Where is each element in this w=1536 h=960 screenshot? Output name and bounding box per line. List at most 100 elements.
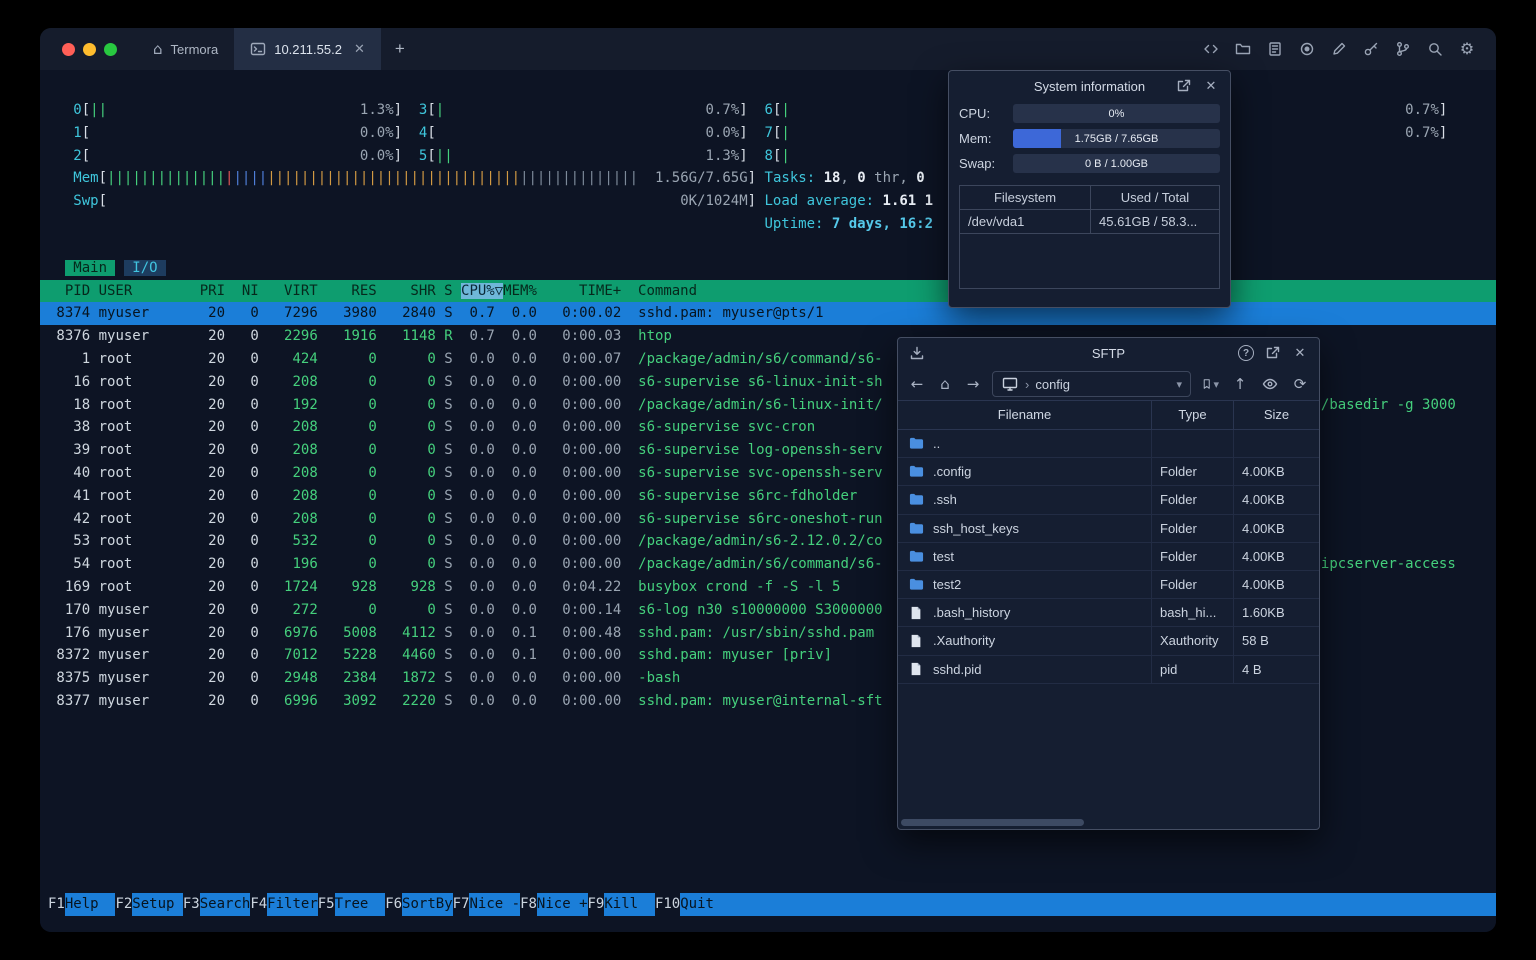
file-row[interactable]: .Xauthority Xauthority 58 B [898, 627, 1319, 656]
folder-icon[interactable] [1234, 40, 1252, 58]
maximize-window-button[interactable] [104, 42, 117, 56]
back-icon[interactable]: ← [908, 375, 926, 393]
sftp-title-bar[interactable]: SFTP ? ✕ [898, 338, 1319, 368]
help-icon[interactable]: ? [1237, 344, 1255, 362]
open-in-window-icon[interactable] [1264, 344, 1282, 362]
up-icon[interactable]: ↑ [1231, 375, 1249, 393]
close-window-button[interactable] [62, 42, 75, 56]
search-icon[interactable] [1426, 40, 1444, 58]
filesystem-row[interactable]: /dev/vda1 45.61GB / 58.3... [960, 210, 1219, 234]
file-row[interactable]: test Folder 4.00KB [898, 542, 1319, 571]
folder-icon [907, 463, 925, 481]
file-row[interactable]: .config Folder 4.00KB [898, 458, 1319, 487]
close-tab-icon[interactable]: ✕ [354, 41, 365, 57]
file-size [1233, 430, 1319, 458]
fs-column-header[interactable]: Filesystem [960, 186, 1090, 210]
forward-icon[interactable]: → [964, 375, 982, 393]
cpu-meter-row: 2[ 0.0%] 5[|| 1.3%] 8[| [73, 147, 790, 164]
fn-action-setup[interactable]: Setup [132, 893, 183, 916]
file-size: 58 B [1233, 627, 1319, 655]
fn-action-quit[interactable]: Quit [680, 893, 731, 916]
file-row[interactable]: .bash_history bash_hi... 1.60KB [898, 599, 1319, 628]
fn-bar-filler [730, 893, 1496, 916]
file-name: test [933, 548, 954, 564]
fn-action-nice-[interactable]: Nice - [469, 893, 521, 916]
filesystem-table-body: /dev/vda1 45.61GB / 58.3... [960, 210, 1219, 234]
fn-action-tree[interactable]: Tree [334, 893, 386, 916]
sftp-file-table: Filename Type Size .. .config Folder 4.00KB .s… [898, 400, 1319, 829]
file-icon [907, 660, 925, 678]
tab-session-10-211-55-2[interactable]: 10.211.55.2 ✕ [234, 28, 381, 70]
chevron-down-icon[interactable]: ▾ [1176, 378, 1182, 391]
new-tab-button[interactable]: + [381, 28, 419, 70]
key-icon[interactable] [1362, 40, 1380, 58]
file-row[interactable]: sshd.pid pid 4 B [898, 655, 1319, 684]
file-type: Folder [1151, 570, 1233, 599]
minimize-window-button[interactable] [83, 42, 96, 56]
fn-action-search[interactable]: Search [199, 893, 251, 916]
fs-cell: 45.61GB / 58.3... [1090, 210, 1219, 234]
file-row[interactable]: .. [898, 430, 1319, 459]
download-icon[interactable] [908, 344, 926, 362]
sftp-action-buttons: ▾ ↑ ⟳ [1201, 375, 1309, 393]
file-row[interactable]: .ssh Folder 4.00KB [898, 486, 1319, 515]
settings-icon[interactable]: ⚙ [1458, 40, 1476, 58]
folder-icon [907, 547, 925, 565]
sftp-title-actions: ? ✕ [1237, 344, 1309, 362]
fn-key-f5: F5 [317, 896, 335, 913]
fn-action-nice+[interactable]: Nice + [536, 893, 588, 916]
screen-tab-main[interactable]: Main [64, 259, 116, 276]
preview-icon[interactable] [1261, 375, 1279, 393]
open-in-window-icon[interactable] [1175, 77, 1193, 95]
close-icon[interactable]: ✕ [1202, 77, 1220, 95]
screen-tab-io[interactable]: I/O [123, 259, 166, 276]
fs-cell: /dev/vda1 [960, 210, 1090, 234]
fn-action-kill[interactable]: Kill [604, 893, 655, 916]
bookmark-icon[interactable]: ▾ [1201, 375, 1219, 393]
htop-table-header[interactable]: PID USER PRI NI VIRT RES SHR S CPU%▽MEM%… [40, 279, 1496, 303]
sftp-column-header[interactable]: Size [1233, 401, 1319, 429]
scrollbar-handle[interactable] [901, 819, 1084, 826]
edit-icon[interactable] [1330, 40, 1348, 58]
refresh-icon[interactable]: ⟳ [1291, 375, 1309, 393]
fn-action-help[interactable]: Help [64, 893, 116, 916]
breadcrumb-separator-icon: › [1025, 376, 1030, 392]
window-titlebar: ⌂ Termora 10.211.55.2 ✕ + ⚙ [40, 28, 1496, 70]
close-icon[interactable]: ✕ [1291, 344, 1309, 362]
file-row[interactable]: test2 Folder 4.00KB [898, 570, 1319, 600]
sysinfo-title-bar[interactable]: System information ✕ [949, 71, 1230, 101]
code-icon[interactable] [1202, 40, 1220, 58]
file-name: .bash_history [933, 605, 1011, 621]
sftp-column-header[interactable]: Filename [898, 401, 1151, 429]
tab-termora[interactable]: ⌂ Termora [137, 28, 234, 70]
home-icon[interactable]: ⌂ [936, 375, 954, 393]
fn-action-filter[interactable]: Filter [267, 893, 318, 916]
file-size: 4.00KB [1233, 514, 1319, 542]
home-icon: ⌂ [153, 39, 163, 58]
file-type: Folder [1151, 542, 1233, 570]
log-icon[interactable] [1266, 40, 1284, 58]
branch-icon[interactable] [1394, 40, 1412, 58]
file-type: Folder [1151, 514, 1233, 542]
cpu-progress-text: 0% [1108, 107, 1125, 120]
file-icon [907, 632, 925, 650]
fn-key-f3: F3 [182, 896, 200, 913]
path-breadcrumb[interactable]: › config ▾ [992, 371, 1191, 397]
fs-column-header[interactable]: Used / Total [1090, 186, 1219, 210]
sftp-table-header[interactable]: Filename Type Size [898, 400, 1319, 430]
mem-usage-row: Mem: 1.75GB / 7.65GB [949, 126, 1230, 151]
file-name: .. [933, 436, 941, 451]
swap-progress-bar: 0 B / 1.00GB [1013, 154, 1220, 173]
file-row[interactable]: ssh_host_keys Folder 4.00KB [898, 514, 1319, 543]
swap-meter-line: Swp[ 0K/1024M] Load average: 1.61 1 [73, 193, 934, 210]
file-type: Xauthority [1151, 627, 1233, 655]
fn-action-sortby[interactable]: SortBy [402, 893, 453, 916]
sftp-title-left-actions [908, 344, 926, 362]
mem-progress-text: 1.75GB / 7.65GB [1074, 132, 1159, 145]
record-icon[interactable] [1298, 40, 1316, 58]
sftp-panel: SFTP ? ✕ ← ⌂ → › config ▾ ▾ ↑ ⟳ Filename Type S… [897, 337, 1320, 830]
horizontal-scrollbar[interactable] [901, 819, 1316, 826]
process-row[interactable]: 8374 myuser 20 0 7296 3980 2840 S 0.7 0.… [40, 302, 1496, 326]
sftp-column-header[interactable]: Type [1151, 401, 1233, 429]
cpu-meter-row: 0[|| 1.3%] 3[| 0.7%] 6[| 0.7%] [73, 102, 1448, 118]
